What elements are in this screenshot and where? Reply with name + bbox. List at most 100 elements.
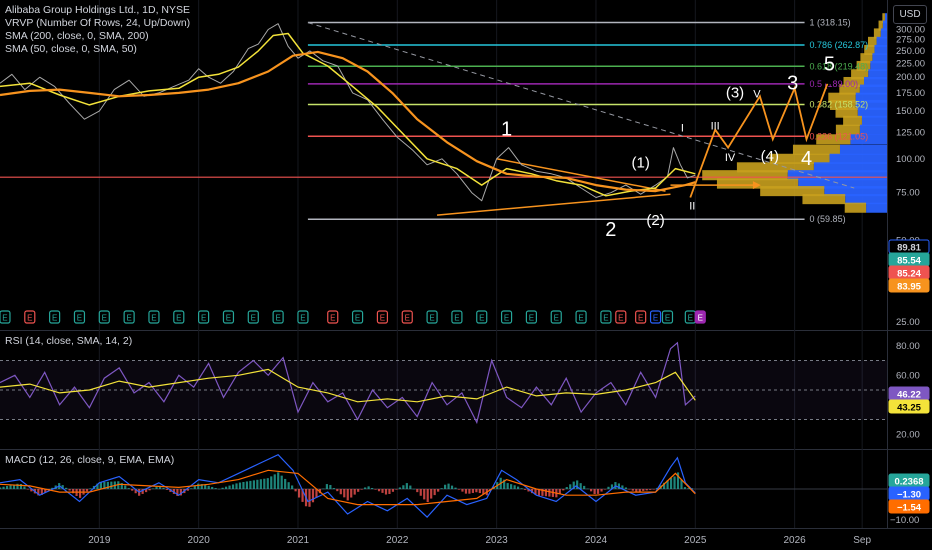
indicator-sma50[interactable]: SMA (50, close, 0, SMA, 50) xyxy=(5,43,190,56)
elliott-wave-annotations[interactable]: 12(1)(2)IIIIIIIV(3) V(4)345 xyxy=(501,53,835,240)
earnings-marker-label: E xyxy=(529,314,534,323)
macd-histogram-bar xyxy=(235,483,238,489)
macd-histogram-bar xyxy=(506,483,509,489)
macd-histogram-bar xyxy=(454,487,457,489)
earnings-marker-label: E xyxy=(578,314,583,323)
macd-histogram-bar xyxy=(565,487,568,489)
macd-histogram-bar xyxy=(339,489,342,495)
macd-histogram-bar xyxy=(228,485,231,489)
macd-histogram-bar xyxy=(85,489,89,492)
macd-histogram-bar xyxy=(207,485,210,489)
macd-histogram-bar xyxy=(447,483,450,489)
macd-histogram-bar xyxy=(384,489,388,495)
macd-histogram-bar xyxy=(652,489,655,490)
instrument-title[interactable]: Alibaba Group Holdings Ltd., 1D, NYSE xyxy=(5,4,190,17)
macd-histogram-bar xyxy=(357,489,360,492)
macd-histogram-bar xyxy=(673,476,676,489)
main-legend: Alibaba Group Holdings Ltd., 1D, NYSE VR… xyxy=(5,4,190,56)
time-axis-tick: Sep xyxy=(853,535,871,546)
wave-label[interactable]: 4 xyxy=(801,148,812,170)
macd-histogram-bar xyxy=(412,488,415,490)
support-trendline[interactable] xyxy=(436,193,671,216)
macd-title[interactable]: MACD (12, 26, close, 9, EMA, EMA) xyxy=(5,454,174,467)
macd-histogram-bar xyxy=(350,489,353,498)
earnings-marker-label: E xyxy=(102,314,107,323)
macd-histogram-bar xyxy=(280,475,283,489)
axis-price-tag-label: 89.81 xyxy=(897,243,921,254)
macd-histogram-bar xyxy=(440,488,443,489)
macd-histogram-bar xyxy=(131,489,134,491)
macd-histogram-bar xyxy=(516,486,520,489)
macd-histogram-bar xyxy=(586,488,589,490)
axis-price-tag-label: −1.30 xyxy=(897,490,921,501)
chart-canvas[interactable]: 1 (318.15) 0.786 (262.87) 0.618 (219.48) 0.… xyxy=(0,0,932,550)
time-axis[interactable]: 2019 2020 2021 2022 2023 2024 2025 2026 Sep xyxy=(88,535,871,546)
macd-histogram-bar xyxy=(245,481,249,489)
macd-histogram-bar xyxy=(624,487,627,489)
macd-histogram-bar xyxy=(544,489,548,497)
wave-label[interactable]: IV xyxy=(725,152,736,164)
indicator-vrvp[interactable]: VRVP (Number Of Rows, 24, Up/Down) xyxy=(5,17,190,30)
rsi-axis-tick: 60.00 xyxy=(896,370,920,381)
macd-histogram-bar xyxy=(367,486,370,489)
fib-level-label: 1 (318.15) xyxy=(810,18,851,28)
wave-label[interactable]: II xyxy=(689,201,695,213)
wave-label[interactable]: 2 xyxy=(605,219,616,241)
wave-label[interactable]: (4) xyxy=(761,148,779,165)
earnings-marker-label: E xyxy=(201,314,206,323)
earnings-marker-label: E xyxy=(688,314,693,323)
earnings-marker-label: E xyxy=(275,314,280,323)
earnings-marker-label: E xyxy=(151,314,156,323)
macd-histogram-bar xyxy=(600,489,603,492)
rsi-title[interactable]: RSI (14, close, SMA, 14, 2) xyxy=(5,335,132,348)
currency-button[interactable]: USD xyxy=(893,5,927,24)
time-axis-tick: 2024 xyxy=(585,535,608,546)
macd-histogram-bar xyxy=(256,479,259,489)
macd-histogram-bar xyxy=(478,489,481,494)
macd-histogram-bar xyxy=(437,489,440,492)
price-axis-tick: 25.00 xyxy=(896,317,920,328)
earnings-marker-label: E xyxy=(653,314,658,323)
macd-histogram-bar xyxy=(596,489,600,494)
wave-label[interactable]: 5 xyxy=(824,53,835,75)
wave-label[interactable]: (2) xyxy=(646,212,664,229)
wave-label[interactable]: (3) xyxy=(726,85,744,102)
price-axis-tick: 175.00 xyxy=(896,88,925,99)
volume-profile-up-bar xyxy=(845,194,887,205)
earnings-marker-label: E xyxy=(698,314,703,323)
wave-label[interactable]: 3 xyxy=(787,73,798,95)
macd-histogram-bar xyxy=(464,489,468,494)
macd-histogram-bar xyxy=(249,480,252,489)
wave-label[interactable]: 1 xyxy=(501,118,512,140)
macd-histogram-bar xyxy=(165,489,169,490)
macd-histogram-bar xyxy=(419,489,422,496)
macd-histogram-bar xyxy=(638,489,641,492)
wave-label[interactable]: (1) xyxy=(631,154,649,171)
wave-label[interactable]: V xyxy=(753,89,761,101)
volume-profile-up-bar xyxy=(861,115,887,126)
macd-histogram-bar xyxy=(5,485,9,489)
macd-histogram-bar xyxy=(26,489,30,490)
wave-label[interactable]: III xyxy=(711,121,720,133)
sma200-line xyxy=(0,50,696,193)
macd-histogram-bar xyxy=(284,478,287,489)
wave-label[interactable]: I xyxy=(681,123,684,135)
indicator-sma200[interactable]: SMA (200, close, 0, SMA, 200) xyxy=(5,30,190,43)
axis-price-tag-label: 0.2368 xyxy=(894,477,923,488)
macd-histogram-bar xyxy=(155,486,158,489)
macd-histogram-bar xyxy=(603,489,607,490)
macd-histogram-bar xyxy=(124,485,127,489)
macd-histogram-bar xyxy=(395,489,398,490)
earnings-marker-label: E xyxy=(429,314,434,323)
macd-histogram-bar xyxy=(231,484,235,489)
earnings-marker-label: E xyxy=(52,314,57,323)
macd-histogram-bar xyxy=(426,489,429,503)
earnings-markers[interactable]: EEEEEEEEEEEEEEEEEEEEEEEEEEEEEEE xyxy=(0,310,706,324)
macd-histogram-bar xyxy=(297,489,301,498)
price-axis-tick: 75.00 xyxy=(896,188,920,199)
macd-histogram-bar xyxy=(110,481,113,489)
fib-level-label: 0.618 (219.48) xyxy=(810,61,869,71)
volume-profile-up-bar xyxy=(839,144,887,155)
time-axis-tick: 2021 xyxy=(287,535,310,546)
macd-histogram-bar xyxy=(238,482,242,489)
